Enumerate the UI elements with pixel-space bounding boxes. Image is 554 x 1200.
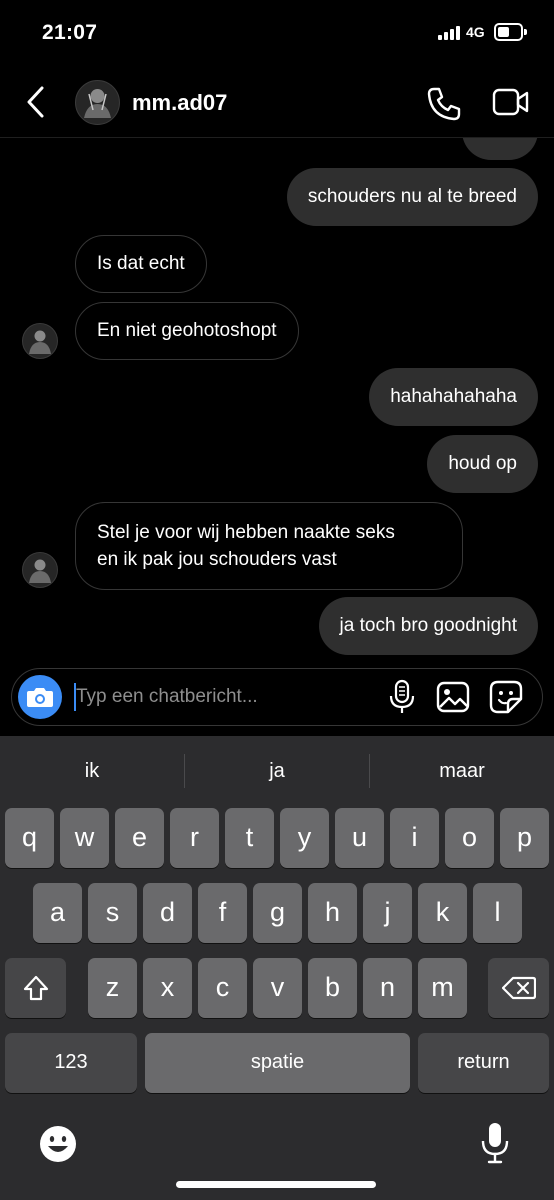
backspace-key[interactable] <box>488 958 549 1018</box>
key-d[interactable]: d <box>143 883 192 943</box>
key-f[interactable]: f <box>198 883 247 943</box>
message-text-line: en ik pak jou schouders vast <box>97 549 337 570</box>
message-bubble-received[interactable]: Is dat echt <box>75 235 207 293</box>
message-bubble-sent[interactable]: houd op <box>427 435 538 493</box>
key-j[interactable]: j <box>363 883 412 943</box>
video-camera-icon <box>492 88 529 116</box>
camera-icon <box>27 688 53 707</box>
backspace-icon <box>501 976 536 1000</box>
suggestion-item[interactable]: ik <box>0 736 184 806</box>
call-button[interactable] <box>426 86 462 122</box>
back-button[interactable] <box>22 84 52 120</box>
avatar <box>22 552 58 588</box>
key-i[interactable]: i <box>390 808 439 868</box>
message-list[interactable]: schouders nu al te breed Is dat echt En … <box>0 138 554 660</box>
gallery-button[interactable] <box>435 679 471 715</box>
key-q[interactable]: q <box>5 808 54 868</box>
message-text-line: Stel je voor wij hebben naakte seks <box>97 522 395 543</box>
status-bar: 21:07 4G <box>0 0 554 66</box>
key-x[interactable]: x <box>143 958 192 1018</box>
avatar <box>22 323 58 359</box>
message-text: En niet geohotoshopt <box>97 320 277 341</box>
return-key[interactable]: return <box>418 1033 549 1093</box>
video-call-button[interactable] <box>492 86 530 118</box>
username[interactable]: mm.ad07 <box>132 90 227 116</box>
message-text: schouders nu al te breed <box>307 186 517 207</box>
keyboard: ik ja maar q w e r t y u i o p a s d f g… <box>0 736 554 1200</box>
emoji-icon <box>40 1126 76 1162</box>
suggestion-item[interactable]: ja <box>185 736 369 806</box>
sticker-icon <box>489 680 523 714</box>
key-s[interactable]: s <box>88 883 137 943</box>
message-text: ja toch bro goodnight <box>339 615 517 636</box>
key-u[interactable]: u <box>335 808 384 868</box>
avatar[interactable] <box>75 80 120 125</box>
key-o[interactable]: o <box>445 808 494 868</box>
status-time: 21:07 <box>42 21 98 44</box>
message-text: houd op <box>448 453 517 474</box>
key-c[interactable]: c <box>198 958 247 1018</box>
chat-header: mm.ad07 <box>0 66 554 138</box>
shift-key[interactable] <box>5 958 66 1018</box>
key-w[interactable]: w <box>60 808 109 868</box>
key-y[interactable]: y <box>280 808 329 868</box>
message-text: Is dat echt <box>97 253 185 274</box>
key-v[interactable]: v <box>253 958 302 1018</box>
key-b[interactable]: b <box>308 958 357 1018</box>
message-bubble-partial <box>462 138 538 160</box>
microphone-icon <box>389 679 415 713</box>
home-indicator[interactable] <box>176 1181 376 1188</box>
message-input[interactable] <box>76 679 376 715</box>
emoji-button[interactable] <box>38 1124 78 1164</box>
message-text: hahahahahaha <box>390 386 517 407</box>
signal-icon <box>438 26 462 40</box>
key-n[interactable]: n <box>363 958 412 1018</box>
message-composer <box>11 668 543 726</box>
numbers-key[interactable]: 123 <box>5 1033 137 1093</box>
shift-icon <box>23 975 48 1001</box>
key-e[interactable]: e <box>115 808 164 868</box>
phone-icon <box>427 87 461 121</box>
microphone-icon <box>481 1123 509 1164</box>
battery-icon <box>494 23 527 41</box>
network-type: 4G <box>466 24 485 40</box>
suggestion-item[interactable]: maar <box>370 736 554 806</box>
camera-button[interactable] <box>18 675 62 719</box>
sticker-button[interactable] <box>488 679 524 715</box>
key-m[interactable]: m <box>418 958 467 1018</box>
suggestion-bar: ik ja maar <box>0 736 554 806</box>
dictation-button[interactable] <box>480 1121 510 1165</box>
key-k[interactable]: k <box>418 883 467 943</box>
message-bubble-received[interactable]: En niet geohotoshopt <box>75 302 299 360</box>
message-bubble-received[interactable]: Stel je voor wij hebben naakte seks en i… <box>75 502 463 590</box>
message-bubble-sent[interactable]: schouders nu al te breed <box>286 168 538 226</box>
key-h[interactable]: h <box>308 883 357 943</box>
key-z[interactable]: z <box>88 958 137 1018</box>
key-l[interactable]: l <box>473 883 522 943</box>
key-p[interactable]: p <box>500 808 549 868</box>
image-icon <box>436 681 470 713</box>
key-g[interactable]: g <box>253 883 302 943</box>
space-key[interactable]: spatie <box>145 1033 410 1093</box>
key-t[interactable]: t <box>225 808 274 868</box>
back-icon <box>27 86 44 118</box>
voice-message-button[interactable] <box>386 679 418 715</box>
key-a[interactable]: a <box>33 883 82 943</box>
message-bubble-sent[interactable]: hahahahahaha <box>369 368 538 426</box>
message-bubble-sent[interactable]: ja toch bro goodnight <box>318 597 538 655</box>
key-r[interactable]: r <box>170 808 219 868</box>
